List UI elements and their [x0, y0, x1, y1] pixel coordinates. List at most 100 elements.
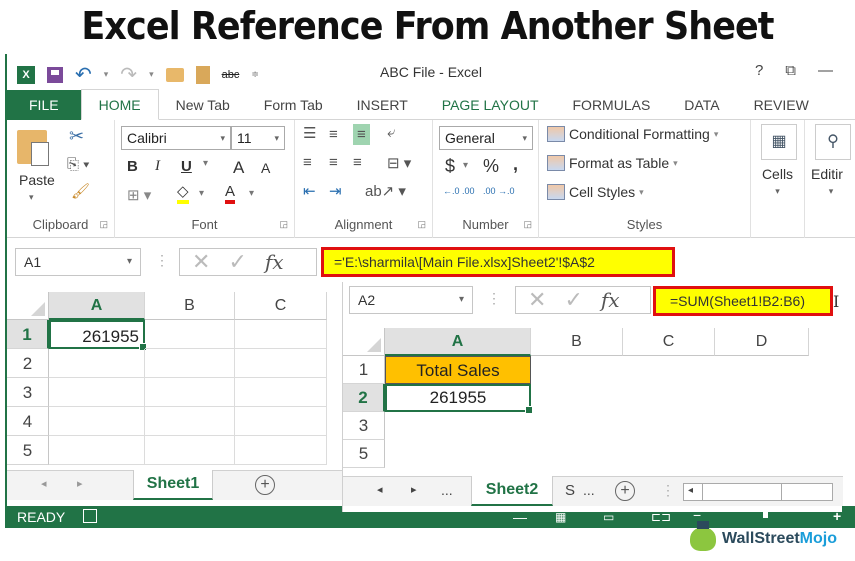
- align-middle-icon[interactable]: ≡: [329, 126, 338, 143]
- cell-a2[interactable]: [49, 349, 145, 378]
- align-bottom-icon[interactable]: ≡: [353, 124, 370, 145]
- currency-dropdown-icon[interactable]: ▾: [463, 160, 468, 171]
- grow-font-button[interactable]: A: [233, 158, 244, 178]
- more-sheets-left[interactable]: ...: [441, 482, 453, 498]
- column-header-b[interactable]: B: [145, 292, 235, 320]
- copy-icon[interactable]: ⎘ ▾: [67, 156, 89, 173]
- font-color-button[interactable]: A: [225, 184, 236, 204]
- font-color-dropdown-icon[interactable]: ▾: [249, 188, 254, 199]
- cell-c1[interactable]: [235, 320, 327, 349]
- enter-check-icon[interactable]: ✓: [228, 249, 246, 275]
- percent-button[interactable]: %: [483, 156, 499, 177]
- increase-indent-icon[interactable]: ⇥: [329, 182, 342, 200]
- column-header-a[interactable]: A: [49, 292, 145, 320]
- cancel-icon[interactable]: ✕: [528, 287, 546, 313]
- formula-input[interactable]: ='E:\sharmila\[Main File.xlsx]Sheet2'!$A…: [321, 247, 675, 277]
- wrap-text-icon[interactable]: ⤶: [387, 124, 395, 141]
- cell-c4[interactable]: [235, 407, 327, 436]
- cell-b2[interactable]: [145, 349, 235, 378]
- formula-bar-splitter[interactable]: ⋮: [487, 290, 501, 307]
- paste-button[interactable]: Paste: [19, 172, 55, 188]
- paste-big-icon[interactable]: [17, 130, 49, 166]
- row-header-5[interactable]: 5: [343, 440, 385, 468]
- cell-a5[interactable]: [49, 436, 145, 465]
- row-header-1[interactable]: 1: [7, 320, 49, 349]
- cell-c5[interactable]: [235, 436, 327, 465]
- align-center-icon[interactable]: ≡: [329, 154, 338, 171]
- scroll-sheets-left-icon[interactable]: ◂: [41, 477, 47, 490]
- scrollbar-thumb[interactable]: [702, 484, 782, 500]
- align-left-icon[interactable]: ≡: [303, 154, 312, 171]
- row-header-5[interactable]: 5: [7, 436, 49, 465]
- name-box[interactable]: A1 ▾: [15, 248, 141, 276]
- select-all-corner[interactable]: [343, 328, 385, 356]
- cell-styles-button[interactable]: Cell Styles ▾: [547, 184, 644, 200]
- number-format-select[interactable]: General ▾: [439, 126, 533, 150]
- tab-form-tab[interactable]: Form Tab: [247, 90, 340, 120]
- sheet-tab-s[interactable]: S: [565, 482, 575, 499]
- formula-bar-splitter[interactable]: ⋮: [155, 252, 169, 269]
- scroll-sheets-right-icon[interactable]: ▸: [77, 477, 83, 490]
- horizontal-scrollbar[interactable]: ◂: [683, 483, 833, 501]
- cell-a5[interactable]: [385, 440, 531, 468]
- cell-a4[interactable]: [49, 407, 145, 436]
- bold-button[interactable]: B: [127, 158, 138, 175]
- scroll-sheets-left-icon[interactable]: ◂: [377, 483, 383, 496]
- tab-page-layout[interactable]: PAGE LAYOUT: [425, 90, 556, 120]
- align-top-icon[interactable]: ☰: [303, 124, 316, 142]
- row-header-3[interactable]: 3: [7, 378, 49, 407]
- row-header-4[interactable]: 4: [7, 407, 49, 436]
- column-header-c[interactable]: C: [623, 328, 715, 356]
- enter-check-icon[interactable]: ✓: [564, 287, 582, 313]
- row-header-2[interactable]: 2: [7, 349, 49, 378]
- cell-a1-header[interactable]: Total Sales: [385, 356, 531, 384]
- cancel-icon[interactable]: ✕: [192, 249, 210, 275]
- format-painter-icon[interactable]: 🖌: [71, 182, 90, 200]
- decrease-decimal-button[interactable]: .00 →.0: [483, 186, 515, 196]
- minimize-icon[interactable]: —: [818, 62, 833, 79]
- cell-b4[interactable]: [145, 407, 235, 436]
- shrink-font-button[interactable]: A: [261, 160, 270, 176]
- cell-b3[interactable]: [145, 378, 235, 407]
- scroll-left-icon[interactable]: ◂: [688, 485, 693, 496]
- tab-insert[interactable]: INSERT: [340, 90, 425, 120]
- merge-center-icon[interactable]: ⊟ ▾: [387, 154, 411, 172]
- name-box-second[interactable]: A2 ▾: [349, 286, 473, 314]
- row-header-3[interactable]: 3: [343, 412, 385, 440]
- help-icon[interactable]: ?: [755, 62, 763, 79]
- insert-function-icon[interactable]: fx: [601, 288, 620, 312]
- cell-b1[interactable]: [145, 320, 235, 349]
- column-header-b[interactable]: B: [531, 328, 623, 356]
- tab-home[interactable]: HOME: [80, 89, 159, 120]
- paste-dropdown-icon[interactable]: ▾: [29, 192, 34, 203]
- underline-button[interactable]: U: [181, 158, 192, 175]
- tab-file[interactable]: FILE: [7, 89, 81, 120]
- formula-input-second[interactable]: =SUM(Sheet1!B2:B6): [653, 286, 833, 316]
- editing-group[interactable]: ⚲ Editir ▾: [805, 120, 855, 238]
- column-header-d[interactable]: D: [715, 328, 809, 356]
- add-sheet-button[interactable]: +: [615, 481, 635, 501]
- decrease-indent-icon[interactable]: ⇤: [303, 182, 316, 200]
- cut-icon[interactable]: ✂: [69, 126, 84, 147]
- align-right-icon[interactable]: ≡: [353, 154, 362, 171]
- cell-a3[interactable]: [49, 378, 145, 407]
- borders-icon[interactable]: ⊞ ▾: [127, 186, 151, 204]
- italic-button[interactable]: I: [155, 158, 160, 175]
- cells-group[interactable]: ▦ Cells ▾: [751, 120, 805, 238]
- comma-button[interactable]: ,: [513, 154, 518, 175]
- column-header-c[interactable]: C: [235, 292, 327, 320]
- cell-a1[interactable]: 261955: [49, 320, 147, 351]
- font-name-select[interactable]: Calibri ▾: [121, 126, 231, 150]
- currency-button[interactable]: $: [445, 156, 455, 177]
- more-sheets-right[interactable]: ...: [583, 482, 595, 498]
- tab-splitter[interactable]: ⋮: [661, 482, 675, 499]
- number-launcher-icon[interactable]: ◲: [523, 219, 532, 230]
- underline-dropdown-icon[interactable]: ▾: [203, 158, 208, 169]
- font-size-select[interactable]: 11 ▾: [231, 126, 285, 150]
- macro-record-icon[interactable]: [83, 509, 97, 523]
- scroll-sheets-right-icon[interactable]: ▸: [411, 483, 417, 496]
- fill-color-dropdown-icon[interactable]: ▾: [199, 188, 204, 199]
- tab-formulas[interactable]: FORMULAS: [556, 90, 668, 120]
- sheet-tab-sheet2[interactable]: Sheet2: [471, 476, 553, 506]
- sheet-tab-sheet1[interactable]: Sheet1: [133, 470, 213, 500]
